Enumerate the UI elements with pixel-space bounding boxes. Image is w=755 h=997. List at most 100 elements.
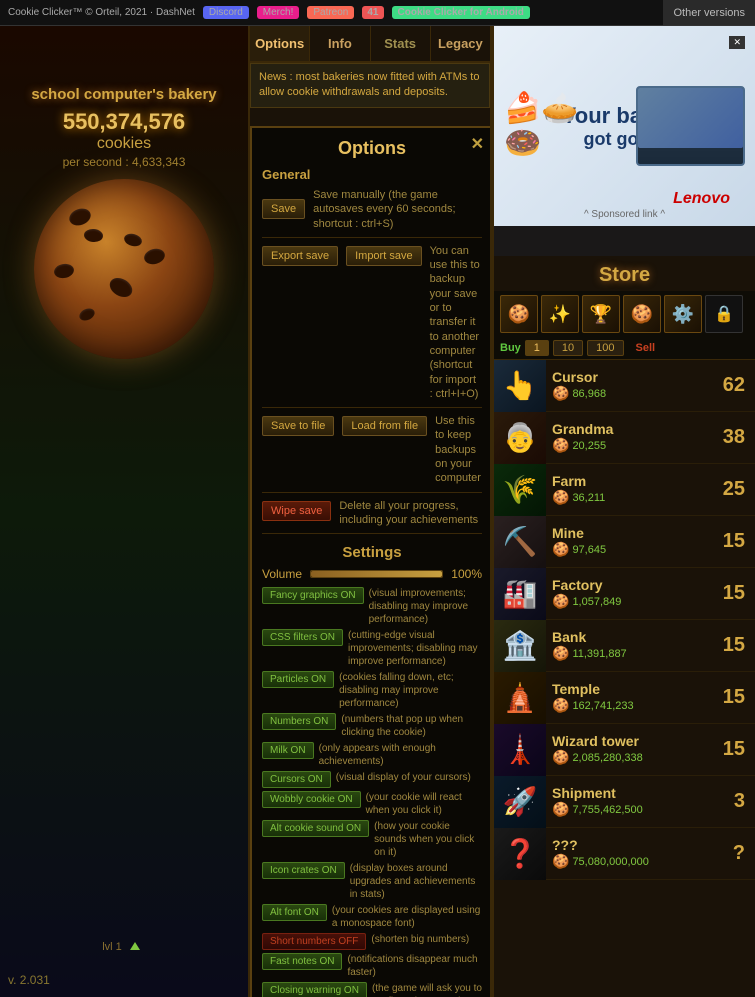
ad-close[interactable]: ✕ — [729, 36, 745, 49]
settings-list: Fancy graphics ON (visual improvements; … — [262, 587, 482, 997]
upgrade-item-1[interactable]: 🍪 — [500, 295, 538, 333]
close-button[interactable]: ✕ — [471, 134, 484, 154]
item-name-7: Wizard tower — [552, 733, 714, 749]
other-versions-button[interactable]: Other versions — [663, 0, 755, 25]
item-info-9: ??? 🍪 75,080,000,000 — [546, 833, 720, 874]
qty-1-button[interactable]: 1 — [525, 340, 549, 356]
price-value-7: 2,085,280,338 — [572, 752, 642, 764]
item-price-7: 🍪 2,085,280,338 — [552, 749, 714, 766]
price-value-5: 11,391,887 — [572, 648, 626, 660]
setting-desc-1: (cutting-edge visual improvements; disab… — [348, 629, 482, 668]
discord-link[interactable]: Discord — [203, 6, 249, 19]
item-icon-5: 🏦 — [494, 620, 546, 672]
load-file-button[interactable]: Load from file — [342, 416, 427, 436]
store-item-shipment[interactable]: 🚀 Shipment 🍪 7,755,462,500 3 — [494, 776, 755, 828]
item-name-2: Farm — [552, 473, 714, 489]
save-row: Save Save manually (the game autosaves e… — [262, 188, 482, 231]
store-item-farm[interactable]: 🌾 Farm 🍪 36,211 25 — [494, 464, 755, 516]
toggle-5[interactable]: Cursors ON — [262, 771, 331, 788]
scroll-up-button[interactable] — [126, 937, 146, 957]
store-item-cursor[interactable]: 👆 Cursor 🍪 86,968 62 — [494, 360, 755, 412]
tab-legacy[interactable]: Legacy — [431, 26, 490, 61]
store-item-temple[interactable]: 🛕 Temple 🍪 162,741,233 15 — [494, 672, 755, 724]
setting-row-10: Short numbers OFF (shorten big numbers) — [262, 933, 482, 950]
android-link[interactable]: Cookie Clicker for Android — [392, 6, 530, 19]
price-value-1: 20,255 — [572, 440, 606, 452]
toggle-9[interactable]: Alt font ON — [262, 904, 327, 921]
upgrade-item-2[interactable]: ✨ — [541, 295, 579, 333]
price-cookie-icon-0: 🍪 — [552, 385, 569, 402]
setting-row-0: Fancy graphics ON (visual improvements; … — [262, 587, 482, 626]
volume-fill — [311, 571, 442, 577]
setting-desc-3: (numbers that pop up when clicking the c… — [341, 713, 482, 739]
qty-100-button[interactable]: 100 — [587, 340, 623, 356]
setting-row-12: Closing warning ON (the game will ask yo… — [262, 982, 482, 997]
import-button[interactable]: Import save — [346, 246, 421, 266]
toggle-8[interactable]: Icon crates ON — [262, 862, 345, 879]
save-file-button[interactable]: Save to file — [262, 416, 334, 436]
upgrade-item-5[interactable]: ⚙️ — [664, 295, 702, 333]
store-item-unknownunknownunknown[interactable]: ❓ ??? 🍪 75,080,000,000 ? — [494, 828, 755, 880]
store-item-factory[interactable]: 🏭 Factory 🍪 1,057,849 15 — [494, 568, 755, 620]
tab-options[interactable]: Options — [250, 26, 310, 61]
tab-stats[interactable]: Stats — [371, 26, 431, 61]
wipe-button[interactable]: Wipe save — [262, 501, 331, 521]
setting-desc-7: (how your cookie sounds when you click o… — [374, 820, 482, 859]
price-value-9: 75,080,000,000 — [572, 856, 648, 868]
upgrade-item-3[interactable]: 🏆 — [582, 295, 620, 333]
tab-info[interactable]: Info — [310, 26, 370, 61]
upgrade-item-4[interactable]: 🍪 — [623, 295, 661, 333]
store-items-list: 👆 Cursor 🍪 86,968 62 👵 Grandma 🍪 20,255 … — [494, 360, 755, 880]
store-item-bank[interactable]: 🏦 Bank 🍪 11,391,887 15 — [494, 620, 755, 672]
setting-row-4: Milk ON (only appears with enough achiev… — [262, 742, 482, 768]
toggle-3[interactable]: Numbers ON — [262, 713, 336, 730]
ad-content: 🍰🥧🍩 Lenovo ✕ Your baking got good. ^ Spo… — [494, 26, 755, 226]
item-count-9: ? — [720, 842, 755, 865]
toggle-12[interactable]: Closing warning ON — [262, 982, 367, 997]
item-price-5: 🍪 11,391,887 — [552, 645, 714, 662]
export-button[interactable]: Export save — [262, 246, 338, 266]
setting-desc-2: (cookies falling down, etc; disabling ma… — [339, 671, 482, 710]
toggle-0[interactable]: Fancy graphics ON — [262, 587, 364, 604]
item-count-5: 15 — [720, 634, 755, 657]
upgrade-locked: 🔒 — [705, 295, 743, 333]
big-cookie[interactable] — [34, 179, 214, 359]
item-info-6: Temple 🍪 162,741,233 — [546, 677, 720, 718]
store-item-wizard-tower[interactable]: 🗼 Wizard tower 🍪 2,085,280,338 15 — [494, 724, 755, 776]
lenovo-logo: Lenovo — [673, 190, 730, 208]
options-overlay: Options ✕ General Save Save manually (th… — [250, 126, 492, 997]
toggle-7[interactable]: Alt cookie sound ON — [262, 820, 369, 837]
setting-desc-12: (the game will ask you to confirm when y… — [372, 982, 482, 997]
qty-10-button[interactable]: 10 — [553, 340, 583, 356]
store-item-grandma[interactable]: 👵 Grandma 🍪 20,255 38 — [494, 412, 755, 464]
toggle-11[interactable]: Fast notes ON — [262, 953, 342, 970]
setting-desc-5: (visual display of your cursors) — [336, 771, 482, 784]
version-label: v. 2.031 — [8, 973, 50, 987]
toggle-10[interactable]: Short numbers OFF — [262, 933, 366, 950]
patreon-link[interactable]: Patreon — [307, 6, 354, 19]
item-name-0: Cursor — [552, 369, 714, 385]
item-icon-2: 🌾 — [494, 464, 546, 516]
settings-title: Settings — [262, 544, 482, 561]
item-price-2: 🍪 36,211 — [552, 489, 714, 506]
buy-sell-row: Buy 1 10 100 Sell — [494, 337, 755, 360]
item-count-6: 15 — [720, 686, 755, 709]
toggle-2[interactable]: Particles ON — [262, 671, 334, 688]
options-panel: Options Info Stats Legacy News : most ba… — [248, 26, 492, 997]
store-item-mine[interactable]: ⛏️ Mine 🍪 97,645 15 — [494, 516, 755, 568]
ad-screen — [638, 88, 743, 148]
merch-link[interactable]: Merch! — [257, 6, 300, 19]
item-info-0: Cursor 🍪 86,968 — [546, 365, 720, 406]
setting-row-6: Wobbly cookie ON (your cookie will react… — [262, 791, 482, 817]
volume-slider[interactable] — [310, 570, 443, 578]
upgrades-row: 🍪 ✨ 🏆 🍪 ⚙️ 🔒 — [494, 291, 755, 337]
toggle-4[interactable]: Milk ON — [262, 742, 314, 759]
item-info-7: Wizard tower 🍪 2,085,280,338 — [546, 729, 720, 770]
setting-row-8: Icon crates ON (display boxes around upg… — [262, 862, 482, 901]
item-icon-8: 🚀 — [494, 776, 546, 828]
toggle-1[interactable]: CSS filters ON — [262, 629, 343, 646]
price-cookie-icon-3: 🍪 — [552, 541, 569, 558]
item-name-6: Temple — [552, 681, 714, 697]
save-button[interactable]: Save — [262, 199, 305, 219]
toggle-6[interactable]: Wobbly cookie ON — [262, 791, 361, 808]
